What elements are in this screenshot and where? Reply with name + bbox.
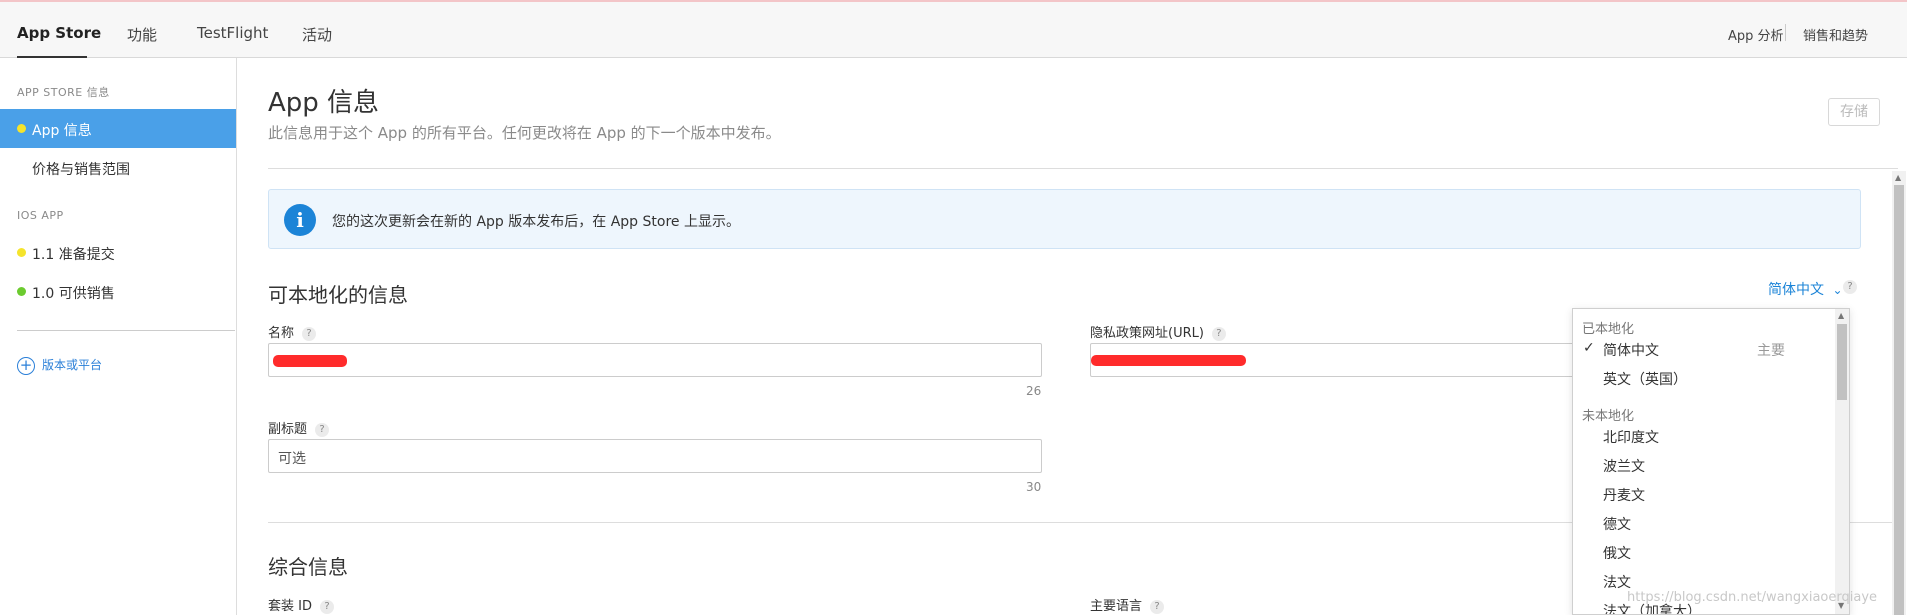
scrollbar-thumb[interactable] [1894, 185, 1904, 615]
redaction-mark [273, 355, 347, 367]
top-navigation: App Store 功能 TestFlight 活动 App 分析 销售和趋势 [0, 0, 1907, 58]
tab-activity[interactable]: 活动 [302, 24, 332, 45]
add-version-platform-button[interactable]: + 版本或平台 [17, 356, 102, 375]
privacy-url-field[interactable] [1090, 343, 1575, 377]
name-field[interactable] [268, 343, 1042, 377]
dropdown-item-german[interactable]: 德文 [1603, 514, 1631, 534]
main-scrollbar[interactable]: ▲ [1892, 171, 1906, 615]
sidebar: APP STORE 信息 App 信息 价格与销售范围 IOS APP 1.1 … [0, 58, 237, 615]
language-selected-label: 简体中文 [1768, 282, 1824, 298]
header-divider [268, 168, 1898, 169]
nav-divider [1785, 24, 1786, 41]
name-field-label: 名称? [268, 322, 317, 341]
privacy-url-field-label: 隐私政策网址(URL)? [1090, 322, 1226, 341]
subtitle-field-label: 副标题? [268, 418, 330, 437]
sidebar-item-label: 1.1 准备提交 [32, 247, 115, 263]
privacy-label-text: 隐私政策网址(URL) [1090, 326, 1204, 341]
dropdown-item-russian[interactable]: 俄文 [1603, 543, 1631, 563]
scrollbar-thumb[interactable] [1837, 324, 1847, 400]
language-selector[interactable]: 简体中文 ⌄ [1768, 279, 1843, 299]
dropdown-item-hindi[interactable]: 北印度文 [1603, 427, 1659, 447]
help-icon[interactable]: ? [1843, 280, 1857, 294]
sidebar-item-label: 价格与销售范围 [32, 162, 130, 178]
checkmark-icon: ✓ [1583, 340, 1595, 356]
sidebar-item-pricing[interactable]: 价格与销售范围 [0, 148, 236, 187]
sidebar-section-ios: IOS APP [17, 209, 64, 222]
help-icon[interactable]: ? [315, 422, 330, 437]
help-icon[interactable]: ? [319, 599, 334, 614]
subtitle-placeholder: 可选 [278, 451, 306, 467]
status-dot [17, 287, 26, 296]
info-icon: i [284, 204, 316, 236]
tab-app-store[interactable]: App Store [17, 24, 101, 42]
plus-circle-icon: + [17, 356, 35, 375]
general-section-title: 综合信息 [268, 555, 348, 579]
help-icon[interactable]: ? [1150, 599, 1165, 614]
primary-language-field-label: 主要语言? [1090, 595, 1165, 614]
sidebar-item-app-info[interactable]: App 信息 [0, 109, 236, 148]
tab-testflight[interactable]: TestFlight [197, 24, 268, 42]
bundle-label-text: 套装 ID [268, 599, 312, 614]
primary-lang-label-text: 主要语言 [1090, 599, 1143, 614]
dropdown-item-simplified-chinese[interactable]: 简体中文 [1603, 340, 1659, 360]
redaction-mark [1091, 355, 1246, 366]
primary-badge: 主要 [1757, 343, 1785, 359]
tab-features[interactable]: 功能 [127, 24, 157, 45]
dropdown-item-english-uk[interactable]: 英文（英国） [1603, 369, 1687, 389]
sidebar-item-label: 1.0 可供销售 [32, 286, 115, 302]
language-dropdown: 已本地化 ✓ 简体中文 主要 英文（英国） 未本地化 北印度文 波兰文 丹麦文 … [1572, 308, 1850, 615]
help-icon[interactable]: ? [302, 326, 317, 341]
dropdown-item-french[interactable]: 法文 [1603, 572, 1631, 592]
sales-trends-link[interactable]: 销售和趋势 [1803, 25, 1868, 44]
bundle-id-field-label: 套装 ID? [268, 595, 334, 614]
not-localized-header: 未本地化 [1582, 409, 1635, 424]
subtitle-field[interactable]: 可选 [268, 439, 1042, 473]
dropdown-item-danish[interactable]: 丹麦文 [1603, 485, 1645, 505]
subtitle-label-text: 副标题 [268, 422, 308, 437]
notice-text: 您的这次更新会在新的 App 版本发布后，在 App Store 上显示。 [332, 214, 740, 230]
save-button[interactable]: 存储 [1828, 98, 1880, 126]
app-analytics-link[interactable]: App 分析 [1728, 25, 1784, 44]
page-title: App 信息 [268, 88, 380, 118]
status-dot [17, 124, 26, 133]
scroll-up-icon[interactable]: ▲ [1895, 173, 1901, 182]
update-notice: i 您的这次更新会在新的 App 版本发布后，在 App Store 上显示。 [268, 189, 1861, 249]
sidebar-item-label: App 信息 [32, 123, 92, 139]
page-subtitle: 此信息用于这个 App 的所有平台。任何更改将在 App 的下一个版本中发布。 [268, 124, 781, 142]
sidebar-divider [17, 330, 235, 331]
status-dot [17, 248, 26, 257]
name-char-count: 26 [1026, 384, 1042, 398]
name-label-text: 名称 [268, 326, 295, 341]
localized-header: 已本地化 [1582, 322, 1635, 337]
subtitle-char-count: 30 [1026, 480, 1042, 494]
localizable-section-title: 可本地化的信息 [268, 283, 408, 307]
sidebar-section-appstore: APP STORE 信息 [17, 86, 110, 99]
chevron-down-icon: ⌄ [1832, 283, 1843, 297]
sidebar-item-version-1-1[interactable]: 1.1 准备提交 [0, 233, 236, 272]
add-version-label: 版本或平台 [42, 358, 103, 372]
help-icon[interactable]: ? [1211, 326, 1226, 341]
sidebar-item-version-1-0[interactable]: 1.0 可供销售 [0, 272, 236, 311]
watermark-text: https://blog.csdn.net/wangxiaoerqiaye [1627, 590, 1878, 605]
scroll-up-icon[interactable]: ▲ [1838, 311, 1844, 320]
dropdown-item-polish[interactable]: 波兰文 [1603, 456, 1645, 476]
dropdown-scrollbar[interactable]: ▲ ▼ [1835, 309, 1849, 614]
